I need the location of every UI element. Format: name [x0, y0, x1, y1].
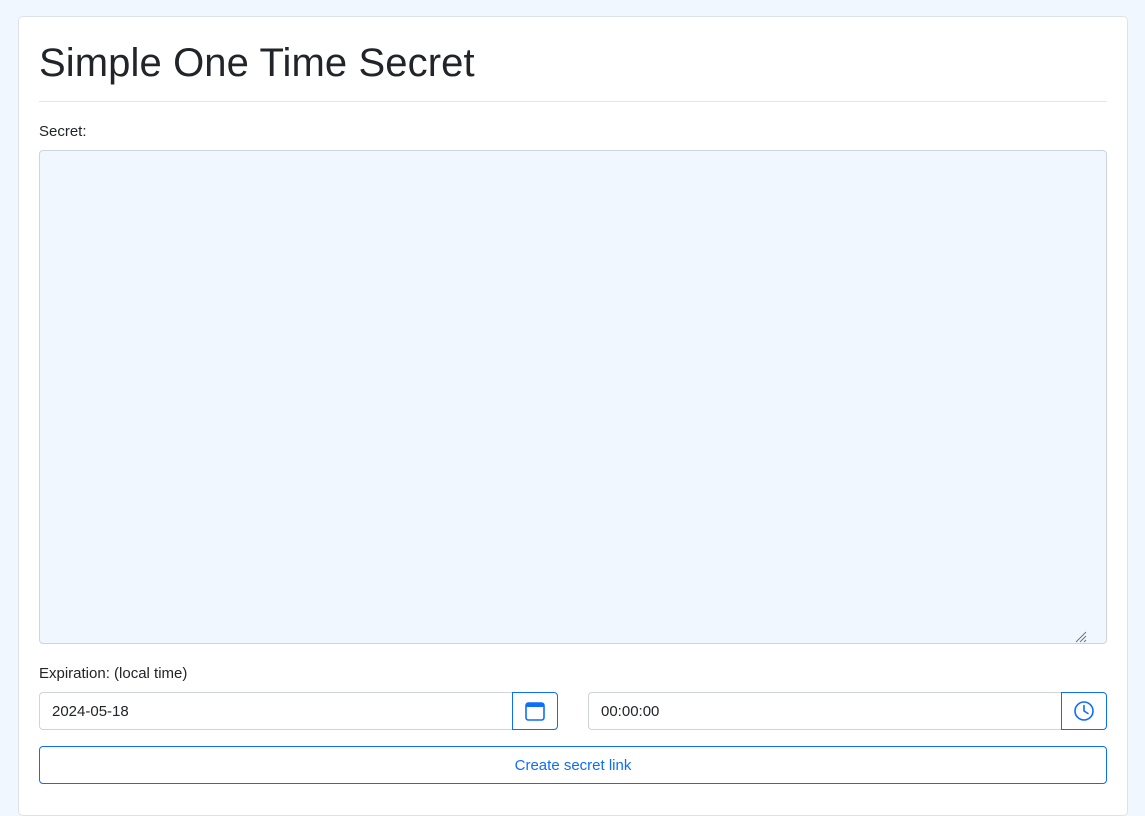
clock-icon: [1074, 701, 1094, 721]
secret-label: Secret:: [39, 123, 87, 140]
create-secret-link-button[interactable]: Create secret link: [39, 746, 1107, 784]
expiration-label: Expiration: (local time): [39, 665, 188, 682]
resize-grip-icon[interactable]: [1073, 629, 1087, 643]
calendar-icon: [525, 702, 545, 721]
time-picker-button[interactable]: [1061, 692, 1107, 730]
date-input[interactable]: 2024-05-18: [39, 692, 512, 730]
title-divider: [39, 101, 1107, 102]
secret-textarea[interactable]: [39, 150, 1107, 644]
main-card: Simple One Time Secret Secret: Expiratio…: [18, 16, 1128, 816]
time-input[interactable]: 00:00:00: [588, 692, 1061, 730]
date-picker-button[interactable]: [512, 692, 558, 730]
page-title: Simple One Time Secret: [39, 41, 475, 85]
date-input-group: 2024-05-18: [39, 692, 558, 730]
time-input-group: 00:00:00: [588, 692, 1107, 730]
